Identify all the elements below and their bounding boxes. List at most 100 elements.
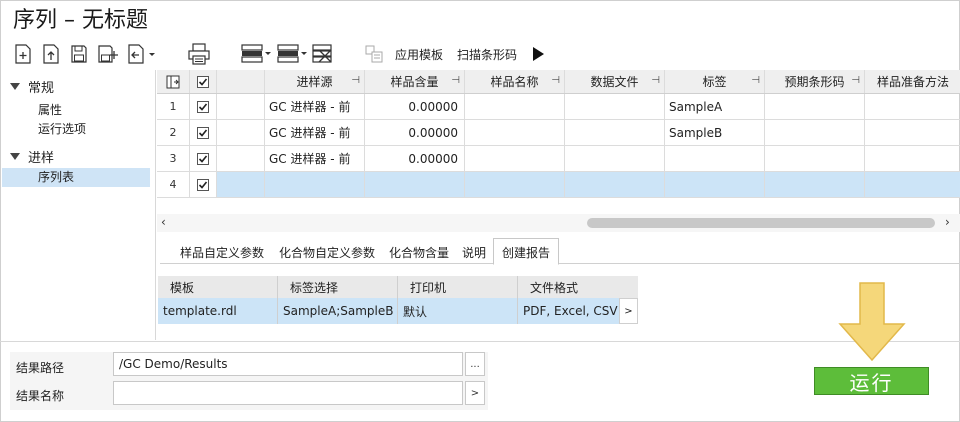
column-header-template[interactable]: 模板 — [158, 276, 278, 298]
cell-prep[interactable] — [865, 120, 960, 145]
scroll-left-icon[interactable]: ‹ — [161, 215, 166, 229]
apply-template-icon[interactable] — [362, 42, 386, 66]
cell-amount[interactable] — [365, 172, 465, 197]
scroll-right-icon[interactable]: › — [945, 215, 950, 229]
pin-icon: ⊣ — [551, 75, 560, 86]
column-header-printer[interactable]: 打印机 — [398, 276, 518, 298]
cell-prep[interactable] — [865, 146, 960, 171]
column-header-amount[interactable]: 样品含量 ⊣ — [365, 70, 465, 93]
expand-triangle-icon — [10, 83, 20, 90]
expand-triangle-icon — [10, 153, 20, 160]
insert-rows-icon[interactable] — [240, 42, 274, 66]
column-header-label-select[interactable]: 标签选择 — [278, 276, 398, 298]
table-row[interactable]: 1 GC 进样器 - 前 0.00000 SampleA — [157, 94, 960, 120]
nav-item-properties[interactable]: 属性 — [38, 101, 62, 118]
run-button[interactable]: 运行 — [814, 367, 929, 395]
column-header-prep-method[interactable]: 样品准备方法 — [865, 70, 960, 93]
window-title: 序列 – 无标题 — [13, 8, 148, 33]
cell-label[interactable] — [665, 172, 765, 197]
cell-data-file[interactable] — [565, 94, 665, 119]
cell-sample-name[interactable] — [465, 172, 565, 197]
pin-icon: ⊣ — [851, 75, 860, 86]
cell-label[interactable]: SampleB — [665, 120, 765, 145]
table-row[interactable]: template.rdl SampleA;SampleB 默认 PDF, Exc… — [158, 298, 638, 324]
cell-template[interactable]: template.rdl — [158, 298, 278, 324]
import-icon[interactable] — [124, 42, 158, 66]
cell-sample-name[interactable] — [465, 146, 565, 171]
cell-sample-name[interactable] — [465, 120, 565, 145]
apply-template-button[interactable]: 应用模板 — [395, 46, 443, 63]
save-as-icon[interactable] — [96, 42, 120, 66]
cell-barcode[interactable] — [765, 172, 865, 197]
cell-sample-name[interactable] — [465, 94, 565, 119]
nav-group-injection[interactable]: 进样 — [10, 147, 54, 166]
cell-source[interactable]: GC 进样器 - 前 — [265, 120, 365, 145]
column-header-sample-name[interactable]: 样品名称 ⊣ — [465, 70, 565, 93]
cell-label[interactable] — [665, 146, 765, 171]
cell-barcode[interactable] — [765, 94, 865, 119]
cell-amount[interactable]: 0.00000 — [365, 120, 465, 145]
scan-barcode-button[interactable]: 扫描条形码 — [457, 46, 517, 63]
nav-item-sequence-table[interactable]: 序列表 — [2, 168, 150, 187]
tab-notes[interactable]: 说明 — [462, 244, 486, 261]
row-checkbox[interactable] — [190, 120, 217, 145]
table-row[interactable]: 3 GC 进样器 - 前 0.00000 — [157, 146, 960, 172]
cell-label[interactable]: SampleA — [665, 94, 765, 119]
browse-path-button[interactable]: ... — [465, 352, 485, 376]
tab-compound-custom-params[interactable]: 化合物自定义参数 — [279, 244, 375, 261]
cell-source[interactable]: GC 进样器 - 前 — [265, 94, 365, 119]
result-name-options-button[interactable]: > — [465, 381, 485, 405]
column-header-expected-barcode[interactable]: 预期条形码 ⊣ — [765, 70, 865, 93]
cell-source[interactable] — [265, 172, 365, 197]
tab-sample-custom-params[interactable]: 样品自定义参数 — [180, 244, 264, 261]
cell-amount[interactable]: 0.00000 — [365, 146, 465, 171]
cell-prep[interactable] — [865, 172, 960, 197]
column-header-source[interactable]: 进样源 ⊣ — [265, 70, 365, 93]
column-header-label[interactable]: 标签 ⊣ — [665, 70, 765, 93]
result-name-input[interactable] — [113, 381, 463, 405]
play-icon[interactable] — [528, 42, 548, 66]
cell-file-format[interactable]: PDF, Excel, CSV — [518, 298, 619, 324]
cell-data-file[interactable] — [565, 120, 665, 145]
tab-create-report[interactable]: 创建报告 — [493, 238, 560, 265]
cell-label-select[interactable]: SampleA;SampleB — [278, 298, 398, 324]
nav-item-run-options[interactable]: 运行选项 — [38, 120, 86, 137]
fill-rows-icon[interactable] — [276, 42, 310, 66]
row-checkbox[interactable] — [190, 172, 217, 197]
report-table: 模板 标签选择 打印机 文件格式 template.rdl SampleA;Sa… — [158, 276, 638, 324]
pin-icon: ⊣ — [751, 75, 760, 86]
result-path-input[interactable]: /GC Demo/Results — [113, 352, 463, 376]
tab-compound-amount[interactable]: 化合物含量 — [389, 244, 449, 261]
cell-barcode[interactable] — [765, 120, 865, 145]
sequence-grid: 进样源 ⊣ 样品含量 ⊣ 样品名称 ⊣ 数据文件 ⊣ 标签 ⊣ 预期条形码 ⊣ 样品准备方法… — [157, 70, 960, 200]
column-header-data-file[interactable]: 数据文件 ⊣ — [565, 70, 665, 93]
row-checkbox[interactable] — [190, 94, 217, 119]
horizontal-scrollbar[interactable]: ‹ › — [157, 214, 960, 232]
pin-icon: ⊣ — [651, 75, 660, 86]
open-file-icon[interactable] — [40, 42, 62, 66]
column-header-file-format[interactable]: 文件格式 — [518, 276, 638, 298]
save-icon[interactable] — [68, 42, 90, 66]
result-fields: 结果路径 /GC Demo/Results ... 结果名称 > — [10, 352, 488, 410]
format-more-button[interactable]: > — [619, 298, 638, 324]
result-name-label: 结果名称 — [16, 389, 65, 403]
cell-data-file[interactable] — [565, 172, 665, 197]
print-icon[interactable] — [186, 42, 212, 66]
column-chooser-icon[interactable] — [157, 70, 190, 93]
scrollbar-thumb[interactable] — [587, 218, 935, 228]
delete-rows-icon[interactable] — [310, 42, 336, 66]
cell-data-file[interactable] — [565, 146, 665, 171]
select-all-checkbox[interactable] — [190, 70, 217, 93]
pin-icon: ⊣ — [351, 75, 360, 86]
new-file-icon[interactable] — [12, 42, 34, 66]
nav-group-general[interactable]: 常规 — [10, 77, 54, 96]
cell-amount[interactable]: 0.00000 — [365, 94, 465, 119]
cell-printer[interactable]: 默认 — [398, 298, 518, 324]
cell-source[interactable]: GC 进样器 - 前 — [265, 146, 365, 171]
table-row[interactable]: 2 GC 进样器 - 前 0.00000 SampleB — [157, 120, 960, 146]
cell-prep[interactable] — [865, 94, 960, 119]
table-row[interactable]: 4 — [157, 172, 960, 198]
cell-barcode[interactable] — [765, 146, 865, 171]
grid-header: 进样源 ⊣ 样品含量 ⊣ 样品名称 ⊣ 数据文件 ⊣ 标签 ⊣ 预期条形码 ⊣ 样品准备方法 — [157, 70, 960, 94]
row-checkbox[interactable] — [190, 146, 217, 171]
